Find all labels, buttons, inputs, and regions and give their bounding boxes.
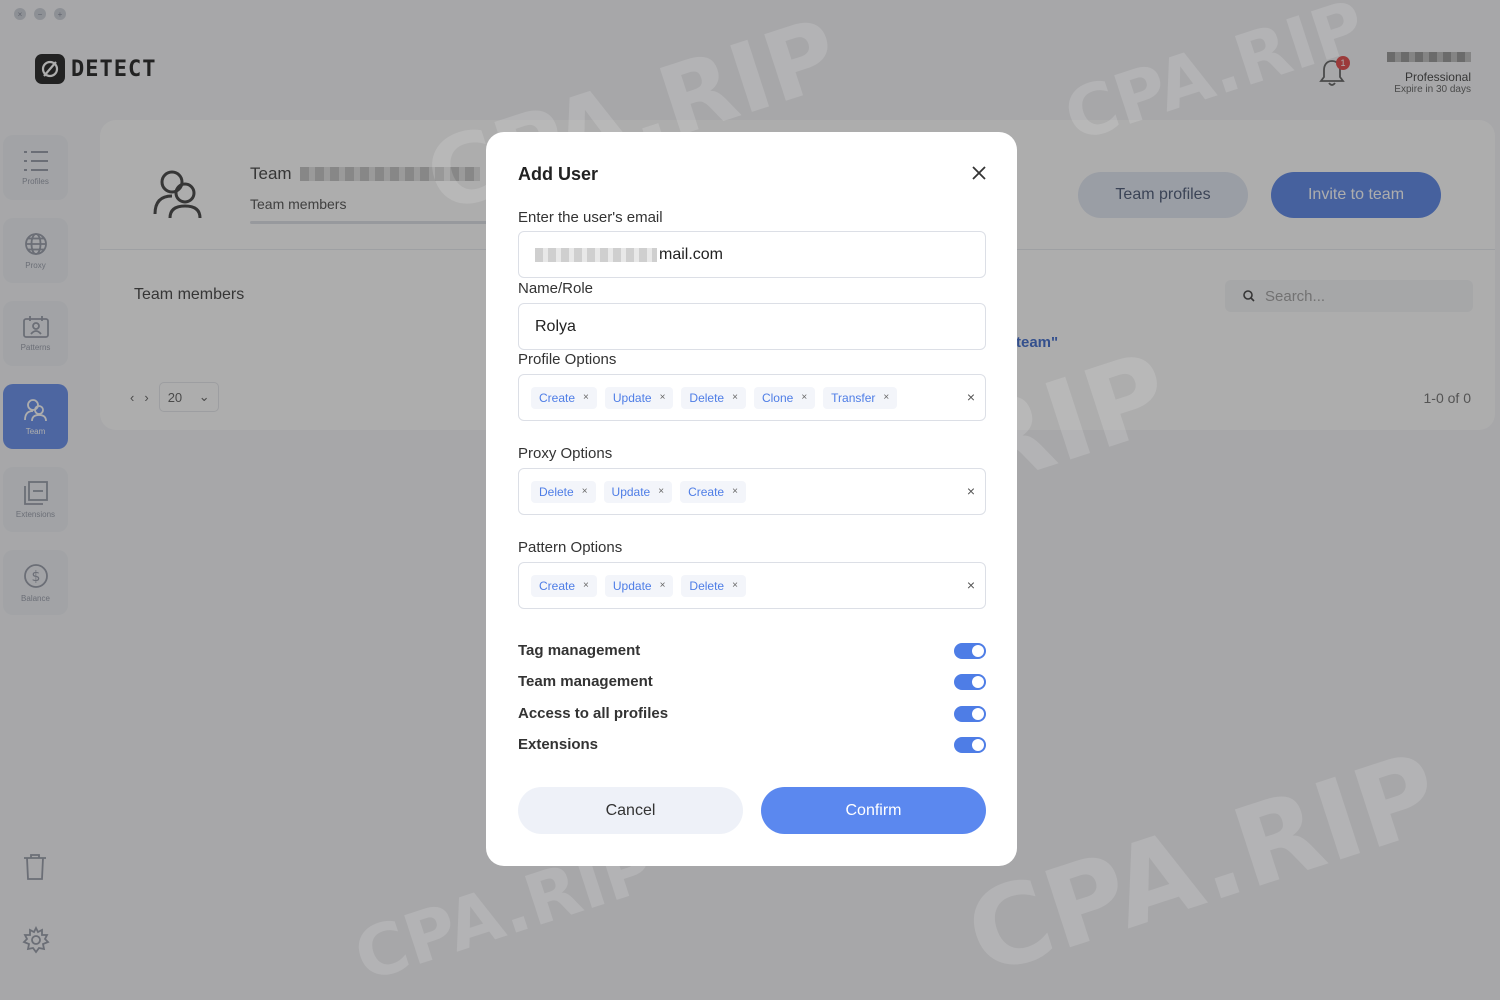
email-field[interactable]: mail.com xyxy=(518,231,986,278)
pattern-options-select[interactable]: Create × Update × Delete × × xyxy=(518,562,986,609)
option-tag-label: Update xyxy=(611,484,651,499)
team-management-toggle[interactable] xyxy=(954,673,986,690)
pattern-options-label: Pattern Options xyxy=(518,539,623,556)
remove-tag-icon[interactable]: × xyxy=(801,392,807,403)
clear-selection-icon[interactable]: × xyxy=(967,389,975,405)
remove-tag-icon[interactable]: × xyxy=(583,392,589,403)
remove-tag-icon[interactable]: × xyxy=(732,392,738,403)
dialog-title: Add User xyxy=(518,164,599,184)
option-tag-label: Clone xyxy=(761,390,794,405)
remove-tag-icon[interactable]: × xyxy=(658,486,664,497)
toggle-row-extensions: Extensions xyxy=(518,736,986,753)
option-tag[interactable]: Delete × xyxy=(681,574,746,597)
toggle-row-tag-management: Tag management xyxy=(518,642,986,659)
remove-tag-icon[interactable]: × xyxy=(583,580,589,591)
proxy-options-select[interactable]: Delete × Update × Create × × xyxy=(518,468,986,515)
option-tag[interactable]: Update × xyxy=(604,574,674,597)
email-redacted xyxy=(535,247,657,262)
option-tag[interactable]: Create × xyxy=(680,480,746,503)
option-tag-label: Create xyxy=(539,390,576,405)
option-tag[interactable]: Clone × xyxy=(753,386,816,409)
email-value: mail.com xyxy=(659,245,724,263)
access-all-profiles-toggle[interactable] xyxy=(954,705,986,722)
option-tag-label: Delete xyxy=(539,484,574,499)
email-label: Enter the user's email xyxy=(518,209,663,226)
option-tag[interactable]: Update × xyxy=(603,480,673,503)
profile-options-select[interactable]: Create × Update × Delete × Clone × Transfer ×… xyxy=(518,374,986,421)
remove-tag-icon[interactable]: × xyxy=(660,580,666,591)
option-tag[interactable]: Create × xyxy=(531,574,597,597)
option-tag[interactable]: Delete × xyxy=(681,386,746,409)
option-tag-label: Delete xyxy=(689,578,725,593)
toggle-label: Tag management xyxy=(518,642,641,659)
add-user-dialog: Add User Enter the user's email mail.com… xyxy=(486,132,1017,866)
option-tag[interactable]: Create × xyxy=(531,386,597,409)
close-dialog-button[interactable] xyxy=(970,164,988,182)
clear-selection-icon[interactable]: × xyxy=(967,483,975,499)
close-icon xyxy=(972,166,986,180)
name-role-value: Rolya xyxy=(535,317,576,335)
extensions-toggle[interactable] xyxy=(954,736,986,753)
remove-tag-icon[interactable]: × xyxy=(883,392,889,403)
toggle-row-team-management: Team management xyxy=(518,673,986,690)
option-tag[interactable]: Update × xyxy=(604,386,674,409)
toggle-row-access-all-profiles: Access to all profiles xyxy=(518,705,986,722)
toggle-label: Team management xyxy=(518,673,653,690)
remove-tag-icon[interactable]: × xyxy=(732,486,738,497)
confirm-button[interactable]: Confirm xyxy=(761,787,986,834)
option-tag-label: Create xyxy=(688,484,725,499)
option-tag[interactable]: Delete × xyxy=(531,480,596,503)
clear-selection-icon[interactable]: × xyxy=(967,577,975,593)
option-tag-label: Create xyxy=(539,578,576,593)
remove-tag-icon[interactable]: × xyxy=(660,392,666,403)
profile-options-label: Profile Options xyxy=(518,351,617,368)
option-tag[interactable]: Transfer × xyxy=(823,386,898,409)
option-tag-label: Delete xyxy=(689,390,725,405)
toggle-label: Access to all profiles xyxy=(518,705,669,722)
remove-tag-icon[interactable]: × xyxy=(732,580,738,591)
option-tag-label: Update xyxy=(612,578,652,593)
option-tag-label: Transfer xyxy=(831,390,876,405)
toggle-label: Extensions xyxy=(518,736,599,753)
cancel-button[interactable]: Cancel xyxy=(518,787,743,834)
name-role-label: Name/Role xyxy=(518,280,594,297)
name-role-field[interactable]: Rolya xyxy=(518,303,986,350)
remove-tag-icon[interactable]: × xyxy=(582,486,588,497)
option-tag-label: Update xyxy=(612,390,652,405)
proxy-options-label: Proxy Options xyxy=(518,445,613,462)
tag-management-toggle[interactable] xyxy=(954,642,986,659)
